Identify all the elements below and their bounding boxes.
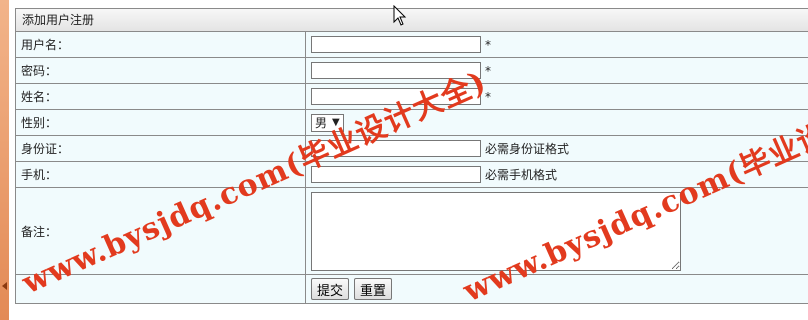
phone-label: 手机： — [16, 162, 306, 187]
gender-label: 性别： — [16, 110, 306, 135]
row-password: 密码： * — [16, 58, 808, 84]
required-mark: * — [485, 63, 491, 78]
password-label: 密码： — [16, 58, 306, 83]
id-card-label: 身份证： — [16, 136, 306, 161]
row-gender: 性别： 男 ▼ — [16, 110, 808, 136]
password-input[interactable] — [311, 62, 481, 79]
phone-input[interactable] — [311, 166, 481, 183]
required-mark: * — [485, 89, 491, 104]
name-input[interactable] — [311, 88, 481, 105]
submit-button[interactable]: 提交 — [311, 278, 350, 300]
row-id-card: 身份证： 必需身份证格式 — [16, 136, 808, 162]
username-label: 用户名： — [16, 32, 306, 57]
gender-selected-value: 男 — [315, 116, 328, 130]
id-card-input[interactable] — [311, 140, 481, 157]
collapse-arrow-icon[interactable] — [2, 282, 7, 290]
row-remark: 备注： — [16, 188, 808, 275]
id-card-hint: 必需身份证格式 — [485, 142, 570, 156]
row-buttons: 提交 重置 — [16, 275, 808, 303]
gender-select[interactable]: 男 ▼ — [311, 113, 344, 132]
name-label: 姓名： — [16, 84, 306, 109]
remark-label: 备注： — [16, 188, 306, 274]
username-input[interactable] — [311, 36, 481, 53]
left-collapse-strip[interactable] — [0, 0, 9, 320]
row-name: 姓名： * — [16, 84, 808, 110]
phone-hint: 必需手机格式 — [485, 168, 558, 182]
row-username: 用户名： * — [16, 32, 808, 58]
mouse-cursor-icon — [393, 5, 407, 26]
form-title: 添加用户注册 — [16, 9, 808, 32]
buttons-label-cell — [16, 275, 306, 303]
required-mark: * — [485, 37, 491, 52]
remark-textarea[interactable] — [311, 191, 681, 271]
reset-button[interactable]: 重置 — [354, 278, 393, 300]
dropdown-arrow-icon: ▼ — [332, 117, 340, 128]
row-phone: 手机： 必需手机格式 — [16, 162, 808, 188]
register-form-panel: 添加用户注册 用户名： * 密码： * 姓名： * 性别： 男 ▼ 身份证： 必… — [15, 8, 808, 304]
